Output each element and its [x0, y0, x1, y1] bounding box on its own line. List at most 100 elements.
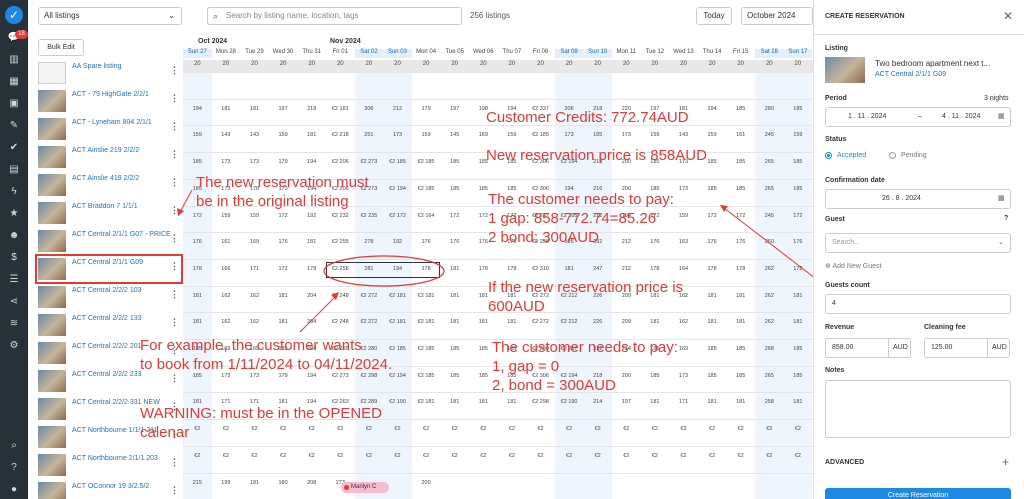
price-cell[interactable]: €2 — [583, 425, 612, 433]
price-cell[interactable]: 181 — [641, 318, 670, 326]
price-cell[interactable]: €2 272 — [355, 292, 384, 300]
price-cell[interactable]: 197 — [440, 105, 469, 113]
period-field[interactable]: 1 . 11 . 2024 – 4 . 11 . 2024 ▦ — [825, 107, 1011, 127]
guests-count-input[interactable]: 4 — [825, 294, 1011, 314]
new-reservation-selection[interactable] — [326, 262, 440, 278]
price-cell[interactable]: 143 — [212, 131, 241, 139]
more-options-icon[interactable]: ⋮ — [170, 93, 179, 104]
price-cell[interactable]: 185 — [784, 345, 813, 353]
price-cell[interactable]: €2 — [641, 425, 670, 433]
more-options-icon[interactable]: ⋮ — [170, 205, 179, 216]
price-cell[interactable]: 185 — [440, 185, 469, 193]
price-cell[interactable]: €2 — [784, 425, 813, 433]
price-cell[interactable]: 181 — [698, 398, 727, 406]
listing-name[interactable]: ACT Central 2/1/1 G07 - PRICE — [72, 230, 172, 239]
price-cell[interactable]: €2 — [612, 425, 641, 433]
price-cell[interactable]: €2 298 — [526, 398, 555, 406]
price-cell[interactable]: €2 — [183, 452, 212, 460]
price-cell[interactable]: 204 — [297, 292, 326, 300]
price-cell[interactable]: €2 — [469, 452, 498, 460]
price-cell[interactable]: 181 — [212, 105, 241, 113]
listing-row[interactable]: ACT Northbourne 2/1/1 203 ⋮ — [36, 451, 182, 479]
add-guest-link[interactable]: ⊕ Add New Guest — [825, 262, 881, 270]
price-cell[interactable]: €2 212 — [555, 318, 584, 326]
star-icon[interactable]: ★ — [7, 208, 21, 220]
price-cell[interactable]: 162 — [212, 292, 241, 300]
price-cell[interactable]: €2 181 — [383, 318, 412, 326]
price-cell[interactable]: €2 185 — [526, 131, 555, 139]
price-cell[interactable]: €2 — [269, 452, 298, 460]
price-cell[interactable]: 181 — [469, 398, 498, 406]
price-cell[interactable]: 245 — [755, 212, 784, 220]
price-cell[interactable]: 173 — [240, 158, 269, 166]
price-cell[interactable]: €2 — [669, 425, 698, 433]
price-cell[interactable]: 197 — [269, 105, 298, 113]
price-cell[interactable]: 143 — [240, 131, 269, 139]
price-cell[interactable]: 178 — [297, 265, 326, 273]
price-cell[interactable]: €2 — [498, 452, 527, 460]
today-button[interactable]: Today — [696, 7, 732, 25]
price-cell[interactable]: 214 — [583, 398, 612, 406]
price-cell[interactable]: 172 — [726, 212, 755, 220]
price-cell[interactable]: €2 — [212, 452, 241, 460]
status-accepted-radio[interactable] — [825, 152, 832, 159]
price-cell[interactable]: €2 255 — [326, 238, 355, 246]
price-cell[interactable]: 159 — [240, 212, 269, 220]
more-options-icon[interactable]: ⋮ — [170, 373, 179, 384]
listing-name[interactable]: ACT Ainslie 219 2/2/2 — [72, 146, 172, 155]
price-cell[interactable]: 185 — [698, 185, 727, 193]
price-cell[interactable]: 258 — [755, 398, 784, 406]
price-cell[interactable]: €2 310 — [526, 265, 555, 273]
price-cell[interactable]: €2 — [412, 425, 441, 433]
listing-row[interactable]: ACT Central 2/1/1 G07 - PRICE ⋮ — [36, 227, 182, 255]
price-cell[interactable]: 159 — [183, 131, 212, 139]
price-cell[interactable]: 185 — [440, 345, 469, 353]
price-cell[interactable]: 173 — [555, 131, 584, 139]
profile-icon[interactable]: ● — [7, 484, 21, 496]
more-options-icon[interactable]: ⋮ — [170, 289, 179, 300]
database-icon[interactable]: ≋ — [7, 318, 21, 330]
price-cell[interactable]: 172 — [183, 212, 212, 220]
price-cell[interactable]: 179 — [269, 158, 298, 166]
close-icon[interactable]: ✕ — [1003, 9, 1013, 23]
price-cell[interactable]: 262 — [755, 318, 784, 326]
price-cell[interactable]: €2 181 — [326, 105, 355, 113]
price-cell[interactable]: 185 — [440, 372, 469, 380]
share-icon[interactable]: ⋖ — [7, 296, 21, 308]
listing-name[interactable]: ACT OConnor 19 3/2.5/2 — [72, 482, 172, 491]
grid-icon[interactable]: ▦ — [7, 76, 21, 88]
help-icon[interactable]: ? — [1004, 215, 1008, 222]
price-cell[interactable]: 185 — [583, 131, 612, 139]
price-cell[interactable]: 185 — [784, 158, 813, 166]
price-cell[interactable]: 268 — [755, 345, 784, 353]
brush-icon[interactable]: ✎ — [7, 120, 21, 132]
price-cell[interactable]: 176 — [698, 238, 727, 246]
price-cell[interactable]: 197 — [612, 398, 641, 406]
price-cell[interactable]: €2 — [526, 452, 555, 460]
price-cell[interactable]: 181 — [440, 318, 469, 326]
date-from[interactable]: 1 . 11 . 2024 — [848, 108, 886, 126]
more-options-icon[interactable]: ⋮ — [170, 65, 179, 76]
price-cell[interactable]: €2 — [726, 452, 755, 460]
more-options-icon[interactable]: ⋮ — [170, 457, 179, 468]
listing-row[interactable]: ACT Central 2/2/2 103 ⋮ — [36, 283, 182, 311]
cleaning-fee-input[interactable]: 125.00 AUD — [924, 338, 1010, 358]
calendar-icon[interactable]: ▦ — [998, 190, 1005, 208]
more-options-icon[interactable]: ⋮ — [170, 317, 179, 328]
price-cell[interactable]: 162 — [212, 318, 241, 326]
price-cell[interactable]: €2 — [383, 425, 412, 433]
price-cell[interactable]: 306 — [355, 105, 384, 113]
price-cell[interactable]: €2 — [498, 425, 527, 433]
price-cell[interactable]: €2 164 — [412, 212, 441, 220]
listing-filter-select[interactable]: All listings ⌄ — [38, 7, 182, 25]
price-cell[interactable]: €2 185 — [412, 345, 441, 353]
price-cell[interactable]: 204 — [297, 318, 326, 326]
listing-row[interactable]: AA Spare listing ⋮ — [36, 59, 182, 87]
price-cell[interactable]: 194 — [183, 105, 212, 113]
more-options-icon[interactable]: ⋮ — [170, 485, 179, 496]
price-cell[interactable]: 161 — [212, 238, 241, 246]
price-cell[interactable]: 209 — [612, 318, 641, 326]
listing-row[interactable]: ACT Braddon 7 1/1/1 ⋮ — [36, 199, 182, 227]
users-icon[interactable]: ☻ — [7, 230, 21, 242]
month-select[interactable]: October 2024 — [741, 7, 813, 25]
